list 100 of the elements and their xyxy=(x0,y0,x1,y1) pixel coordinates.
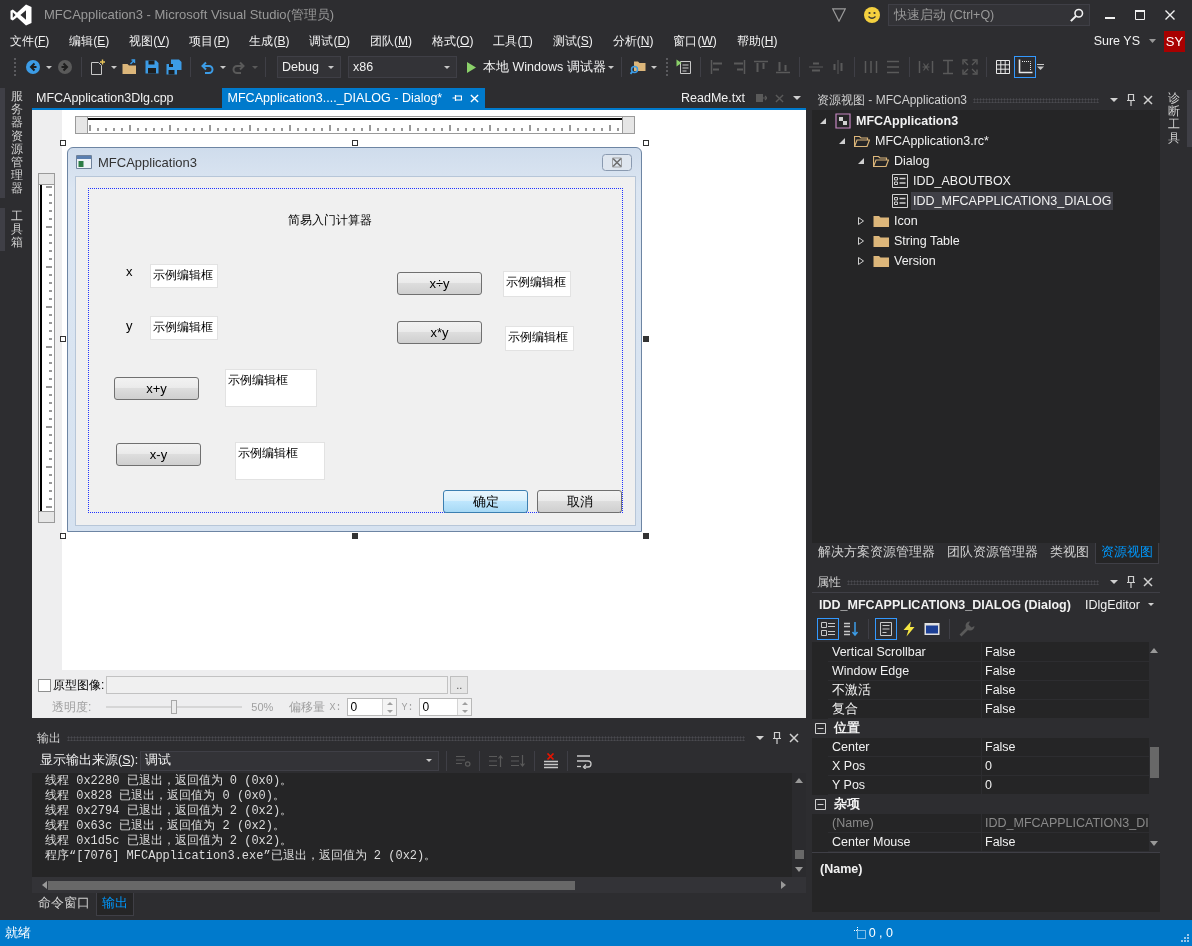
toolbar-grip[interactable] xyxy=(13,57,17,77)
panel-tab[interactable]: 命令窗口 xyxy=(32,893,96,916)
resize-handle[interactable] xyxy=(352,140,358,146)
tree-item[interactable]: IDD_MFCAPPLICATION3_DIALOG xyxy=(911,192,1114,210)
property-value[interactable]: False xyxy=(982,681,1149,699)
category-name[interactable]: 杂项 xyxy=(834,796,860,813)
search-icon[interactable] xyxy=(1070,8,1084,22)
property-name[interactable]: Y Pos xyxy=(828,776,982,794)
edit-control[interactable]: 示例编辑框 xyxy=(150,316,218,340)
caret-right-icon[interactable] xyxy=(857,237,865,245)
property-name[interactable]: 复合 xyxy=(828,700,982,718)
push-button[interactable]: x÷y xyxy=(397,272,482,295)
scrollbar-thumb[interactable] xyxy=(1149,747,1159,778)
scroll-up-icon[interactable] xyxy=(795,778,803,783)
resize-handle[interactable] xyxy=(643,533,649,539)
scroll-down-icon[interactable] xyxy=(795,867,803,872)
caret-down-icon[interactable] xyxy=(819,117,827,125)
tree-item[interactable]: Version xyxy=(892,252,938,270)
pin-icon[interactable] xyxy=(452,93,463,103)
caret-right-icon[interactable] xyxy=(857,257,865,265)
smiley-icon[interactable] xyxy=(864,7,880,23)
tree-item[interactable]: Icon xyxy=(892,212,920,230)
horizontal-scrollbar[interactable] xyxy=(32,877,806,893)
edit-control[interactable]: 示例编辑框 xyxy=(505,326,574,351)
property-value[interactable]: False xyxy=(982,700,1149,718)
menu-item[interactable]: 团队(M) xyxy=(360,31,423,51)
platform-dropdown[interactable]: x86 xyxy=(348,56,457,78)
edit-control[interactable]: 示例编辑框 xyxy=(150,264,218,288)
tree-item[interactable]: MFCApplication3 xyxy=(854,112,961,130)
scrollbar-thumb[interactable] xyxy=(794,850,804,859)
object-selector[interactable]: IDD_MFCAPPLICATION3_DIALOG (Dialog) IDlgEditor xyxy=(812,592,1160,616)
resize-handle[interactable] xyxy=(352,533,358,539)
resize-handle[interactable] xyxy=(60,140,66,146)
property-value[interactable]: False xyxy=(982,662,1149,680)
edit-control[interactable]: 示例编辑框 xyxy=(225,369,317,407)
menu-item[interactable]: 编辑(E) xyxy=(59,31,120,51)
tree-item[interactable]: IDD_ABOUTBOX xyxy=(911,172,1013,190)
tree-item[interactable]: Dialog xyxy=(892,152,932,170)
collapse-icon[interactable] xyxy=(815,723,826,734)
property-name[interactable]: Window Edge xyxy=(828,662,982,680)
caret-right-icon[interactable] xyxy=(857,217,865,225)
push-button[interactable]: x*y xyxy=(397,321,482,344)
property-value[interactable]: False xyxy=(982,738,1149,756)
menu-item[interactable]: 工具(T) xyxy=(483,31,543,51)
property-name[interactable]: Vertical Scrollbar xyxy=(828,643,982,661)
push-button[interactable]: x-y xyxy=(116,443,201,466)
resize-handle[interactable] xyxy=(643,336,649,342)
quick-launch-field[interactable]: 快速启动 (Ctrl+Q) xyxy=(888,4,1090,26)
document-tab[interactable]: MFCApplication3Dlg.cpp xyxy=(32,88,222,108)
panel-tab[interactable]: 输出 xyxy=(96,893,134,916)
push-button[interactable]: x+y xyxy=(114,377,199,400)
configuration-dropdown[interactable]: Debug xyxy=(277,56,341,78)
property-name[interactable]: 不激活 xyxy=(828,681,982,699)
panel-tab[interactable]: 团队资源管理器 xyxy=(941,543,1044,564)
tree-item[interactable]: String Table xyxy=(892,232,962,250)
account-initials[interactable]: SY xyxy=(1164,30,1185,52)
panel-tab[interactable]: 解决方案资源管理器 xyxy=(812,543,941,564)
scrollbar-thumb[interactable] xyxy=(48,880,575,890)
menu-item[interactable]: 项目(P) xyxy=(179,31,240,51)
edit-control[interactable]: 示例编辑框 xyxy=(235,442,325,480)
menu-item[interactable]: 视图(V) xyxy=(119,31,180,51)
menu-item[interactable]: 测试(S) xyxy=(542,31,603,51)
property-name[interactable]: Center Mouse xyxy=(828,833,982,851)
resize-grip-icon[interactable] xyxy=(1179,932,1189,942)
push-button[interactable]: 确定 xyxy=(443,490,528,513)
caret-down-icon[interactable] xyxy=(838,137,846,145)
property-value[interactable]: 0 xyxy=(982,757,1149,775)
property-name[interactable]: X Pos xyxy=(828,757,982,775)
document-tab[interactable]: MFCApplication3...._DIALOG - Dialog* xyxy=(221,88,486,108)
caret-down-icon[interactable] xyxy=(857,157,865,165)
collapse-icon[interactable] xyxy=(815,799,826,810)
account-menu[interactable]: Sure YS xyxy=(1093,34,1156,48)
menu-item[interactable]: 文件(F) xyxy=(0,31,60,51)
menu-item[interactable]: 生成(B) xyxy=(239,31,300,51)
start-debugging-button[interactable]: 本地 Windows 调试器 xyxy=(467,56,606,78)
push-button[interactable]: 取消 xyxy=(537,490,622,513)
panel-tab[interactable]: 类视图 xyxy=(1044,543,1095,564)
resize-handle[interactable] xyxy=(60,336,66,342)
property-name[interactable]: Center xyxy=(828,738,982,756)
scroll-right-icon[interactable] xyxy=(781,881,786,889)
menu-item[interactable]: 分析(N) xyxy=(602,31,664,51)
side-tab[interactable]: 服务器资源管理器 xyxy=(0,88,23,198)
resize-handle[interactable] xyxy=(60,533,66,539)
menu-item[interactable]: 窗口(W) xyxy=(663,31,727,51)
side-tab[interactable]: 诊断工具 xyxy=(1168,90,1192,147)
category-name[interactable]: 位置 xyxy=(834,720,860,737)
panel-tab[interactable]: 资源视图 xyxy=(1095,543,1159,564)
scroll-up-icon[interactable] xyxy=(1150,648,1159,653)
resize-handle[interactable] xyxy=(643,140,649,146)
menu-item[interactable]: 帮助(H) xyxy=(726,31,788,51)
menu-item[interactable]: 调试(D) xyxy=(299,31,361,51)
property-value[interactable]: False xyxy=(982,833,1149,851)
property-value[interactable]: 0 xyxy=(982,776,1149,794)
tree-item[interactable]: MFCApplication3.rc* xyxy=(873,132,991,150)
side-tab[interactable]: 工具箱 xyxy=(0,207,23,252)
dialog-close-icon[interactable] xyxy=(602,153,632,171)
edit-control[interactable]: 示例编辑框 xyxy=(503,271,571,297)
output-source-dropdown[interactable]: 调试 xyxy=(140,750,440,771)
menu-item[interactable]: 格式(O) xyxy=(422,31,484,51)
property-value[interactable]: False xyxy=(982,643,1149,661)
